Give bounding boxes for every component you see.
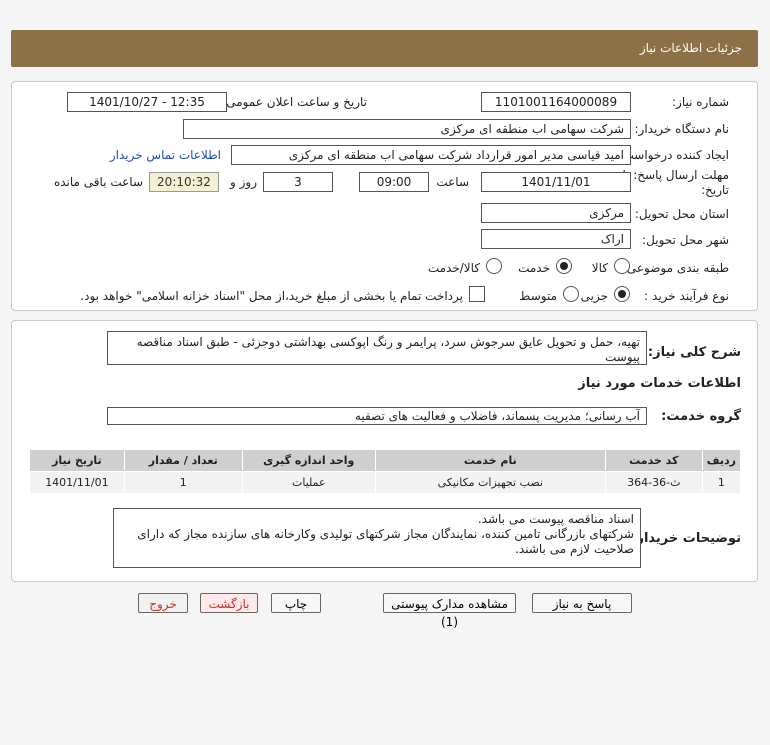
buyer-notes-label: توضیحات خریدار: (631, 531, 741, 546)
cell-code: ث-36-364 (604, 471, 703, 494)
col-qty-header: تعداد / مقدار (123, 449, 243, 472)
page-header: جزئیات اطلاعات نیاز (11, 30, 758, 67)
need-description-panel: شرح کلی نیاز: تهیه، حمل و تحویل عایق سرج… (11, 320, 758, 582)
services-table: ردیف کد خدمت نام خدمت واحد اندازه گیری ت… (29, 449, 742, 494)
table-header-row: ردیف کد خدمت نام خدمت واحد اندازه گیری ت… (29, 449, 742, 472)
category-radio-service[interactable] (556, 258, 572, 274)
cell-qty: 1 (123, 471, 243, 494)
cell-row: 1 (701, 471, 742, 494)
cell-date: 1401/11/01 (29, 471, 125, 494)
category-option-goods: کالا (591, 261, 608, 275)
announce-date-field: 1401/10/27 - 12:35 (67, 92, 227, 112)
process-type-label: نوع فرآیند خرید : (644, 289, 729, 303)
table-row: 1 ث-36-364 نصب تجهیزات مکانیکی عملیات 1 … (29, 471, 742, 494)
need-info-panel: شماره نیاز: 1101001164000089 تاریخ و ساع… (11, 81, 758, 311)
process-option-minor: جزیی (580, 289, 608, 303)
cell-unit: عملیات (241, 471, 376, 494)
col-date-header: تاریخ نیاز (29, 449, 125, 472)
buyer-org-field: شرکت سهامی اب منطقه ای مرکزی (183, 119, 631, 139)
requester-label: ایجاد کننده درخواست: (618, 148, 729, 162)
exit-button[interactable]: خروج (138, 593, 188, 613)
need-number-label: شماره نیاز: (672, 95, 729, 109)
deadline-time-field: 09:00 (359, 172, 429, 192)
view-attachments-button[interactable]: مشاهده مدارک پیوستی (1) (383, 593, 516, 629)
buyer-contact-link[interactable]: اطلاعات تماس خریدار (110, 148, 221, 162)
province-field: مرکزی (481, 203, 631, 223)
deadline-date-label: تاریخ: (701, 183, 729, 197)
summary-field: تهیه، حمل و تحویل عایق سرجوش سرد، پرایمر… (107, 331, 647, 365)
requester-field: امید قیاسی مدیر امور قرارداد شرکت سهامی … (231, 145, 631, 165)
services-section-title: اطلاعات خدمات مورد نیاز (578, 376, 741, 391)
treasury-payment-checkbox[interactable] (469, 286, 485, 302)
cell-name: نصب تجهیزات مکانیکی (374, 471, 606, 494)
process-option-medium: متوسط (519, 289, 557, 303)
need-number-field: 1101001164000089 (481, 92, 631, 112)
remaining-days-label: روز و (230, 175, 257, 189)
col-row-header: ردیف (701, 449, 742, 472)
page-title: جزئیات اطلاعات نیاز (639, 41, 742, 55)
col-code-header: کد خدمت (604, 449, 703, 472)
process-radio-minor[interactable] (614, 286, 630, 302)
back-button[interactable]: بازگشت (200, 593, 258, 613)
reply-button[interactable]: پاسخ به نیاز (532, 593, 632, 613)
remaining-time-field: 20:10:32 (149, 172, 219, 192)
remaining-time-label: ساعت باقی مانده (53, 175, 143, 189)
buyer-org-label: نام دستگاه خریدار: (634, 122, 730, 136)
deadline-label: مهلت ارسال پاسخ: تا (622, 168, 729, 182)
announce-date-label: تاریخ و ساعت اعلان عمومی: (222, 95, 367, 109)
service-group-label: گروه خدمت: (661, 409, 741, 424)
category-option-goods-service: کالا/خدمت (427, 261, 480, 275)
print-button[interactable]: چاپ (271, 593, 321, 613)
treasury-payment-note: پرداخت تمام یا بخشی از مبلغ خرید،از محل … (80, 289, 463, 303)
remaining-days-field: 3 (263, 172, 333, 192)
col-unit-header: واحد اندازه گیری (241, 449, 376, 472)
col-name-header: نام خدمت (374, 449, 606, 472)
category-radio-goods[interactable] (614, 258, 630, 274)
deadline-date-field: 1401/11/01 (481, 172, 631, 192)
service-group-field: آب رسانی؛ مدیریت پسماند، فاضلاب و فعالیت… (107, 407, 647, 425)
process-radio-medium[interactable] (563, 286, 579, 302)
buyer-notes-field: اسناد مناقصه پیوست می باشد. شرکتهای بازر… (113, 508, 641, 568)
deadline-time-label: ساعت (436, 175, 469, 189)
city-field: اراک (481, 229, 631, 249)
city-label: شهر محل تحویل: (642, 233, 729, 247)
province-label: استان محل تحویل: (634, 207, 729, 221)
category-radio-goods-service[interactable] (486, 258, 502, 274)
category-label: طبقه بندی موضوعی: (622, 261, 729, 275)
summary-label: شرح کلی نیاز: (647, 345, 741, 360)
category-option-service: خدمت (518, 261, 550, 275)
